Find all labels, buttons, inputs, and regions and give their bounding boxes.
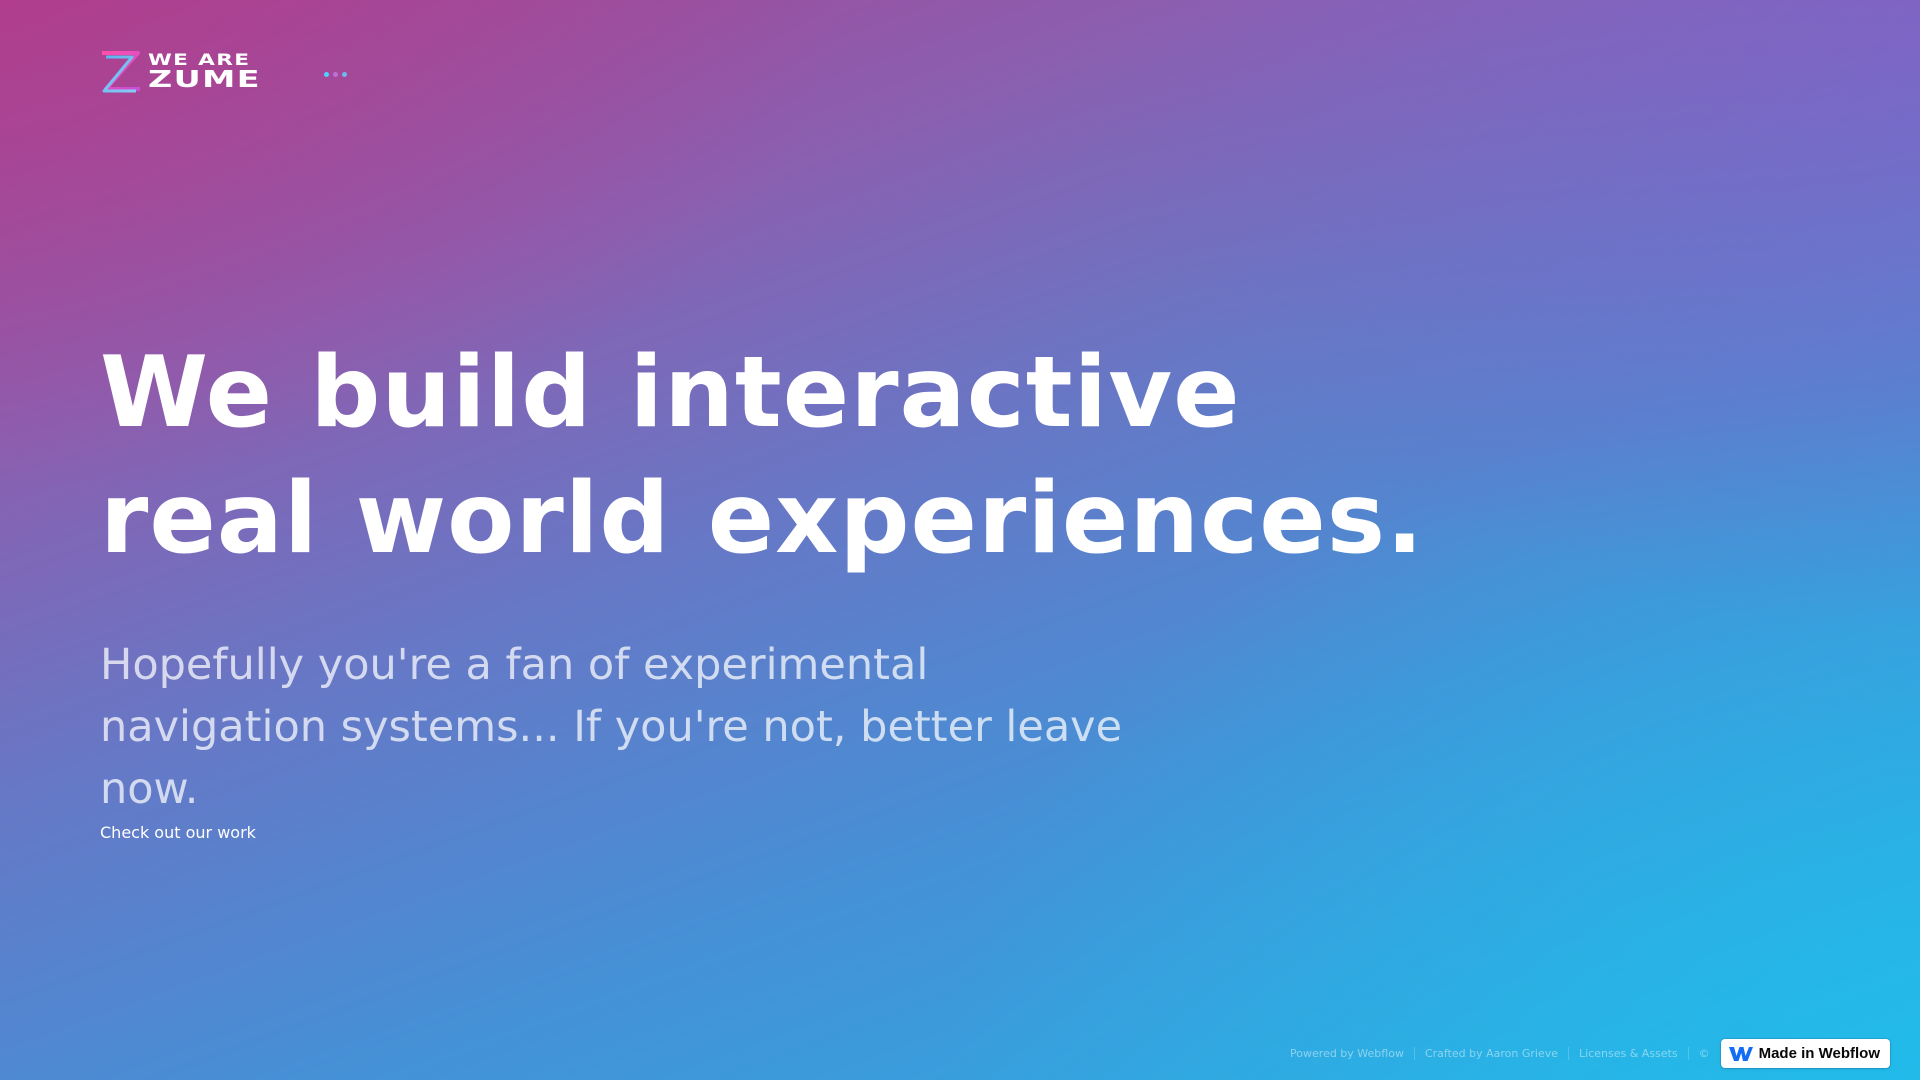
- hero-title-line-2: real world experiences.: [100, 462, 1425, 576]
- webflow-logo-icon: [1728, 1046, 1753, 1061]
- menu-dots-icon[interactable]: [322, 70, 349, 79]
- footer-copyright-clipped: © 2: [1687, 1047, 1713, 1060]
- logo-line-zume: Zume: [148, 67, 262, 93]
- menu-dot: [324, 72, 329, 77]
- site-footer: Powered by Webflow Crafted by Aaron Grie…: [1280, 1039, 1890, 1068]
- logo-line-we-are: We Are: [148, 50, 251, 69]
- hero-subtitle: Hopefully you're a fan of experimental n…: [100, 640, 1123, 814]
- footer-link-powered-by-webflow[interactable]: Powered by Webflow: [1280, 1047, 1414, 1060]
- zume-logo[interactable]: We Are Zume: [100, 49, 260, 95]
- hero-section: We build interactive real world experien…: [100, 330, 1700, 820]
- check-out-our-work-link[interactable]: Check out our work: [100, 823, 256, 842]
- zume-z-logo-icon: [102, 51, 140, 93]
- footer-link-licenses-assets[interactable]: Licenses & Assets: [1568, 1047, 1688, 1060]
- menu-dot: [333, 72, 338, 77]
- footer-links: Powered by Webflow Crafted by Aaron Grie…: [1280, 1047, 1713, 1060]
- made-in-webflow-label: Made in Webflow: [1758, 1045, 1880, 1062]
- site-header: We Are Zume: [100, 48, 347, 96]
- menu-dot: [342, 72, 347, 77]
- footer-link-crafted-by[interactable]: Crafted by Aaron Grieve: [1413, 1047, 1568, 1060]
- logo-wordmark: We Are Zume: [148, 52, 260, 92]
- hero-title-line-1: We build interactive: [100, 336, 1241, 450]
- made-in-webflow-badge[interactable]: Made in Webflow: [1720, 1039, 1890, 1068]
- hero-title: We build interactive real world experien…: [100, 330, 1700, 582]
